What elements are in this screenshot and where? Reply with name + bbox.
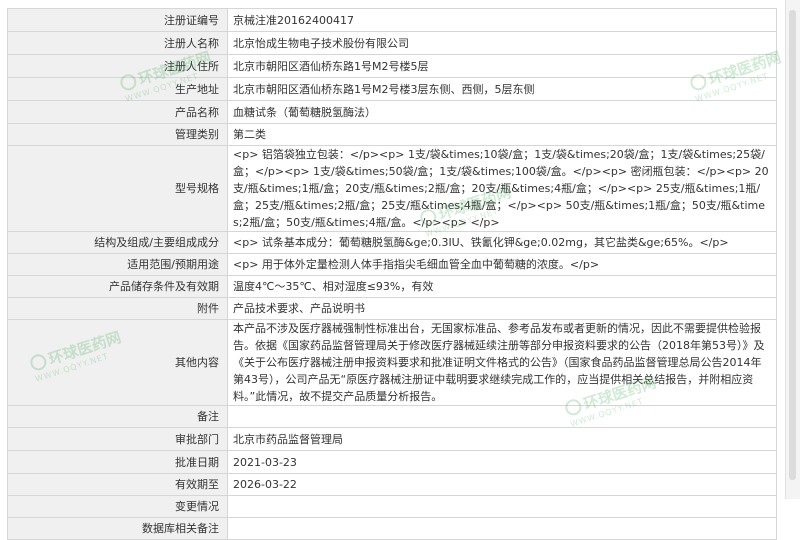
table-row: 数据库相关备注 bbox=[7, 517, 777, 540]
row-value: 血糖试条（葡萄糖脱氢酶法） bbox=[227, 100, 777, 124]
row-label: 生产地址 bbox=[7, 77, 228, 101]
registration-sheet: 注册证编号 京械注准20162400417 注册人名称 北京怡成生物电子技术股份… bbox=[7, 8, 793, 540]
table-row: 批准日期 2021-03-23 bbox=[7, 450, 777, 474]
row-label: 附件 bbox=[7, 297, 228, 320]
table-row: 产品储存条件及有效期 温度4℃～35℃、相对湿度≤93%，有效 bbox=[7, 275, 777, 298]
row-value: 北京怡成生物电子技术股份有限公司 bbox=[227, 31, 777, 55]
table-row: 其他内容 本产品不涉及医疗器械强制性标准出台，无国家标准品、参考品发布或者更新的… bbox=[7, 319, 777, 406]
row-label: 管理类别 bbox=[7, 123, 228, 146]
table-row: 型号规格 <p> 铝箔袋独立包装：</p><p> 1支/袋&times;10袋/… bbox=[7, 145, 777, 232]
row-value: 北京市朝阳区酒仙桥东路1号M2号楼3层东侧、西侧，5层东侧 bbox=[227, 77, 777, 101]
table-row: 管理类别 第二类 bbox=[7, 123, 777, 146]
row-value bbox=[227, 517, 777, 540]
row-value: 2026-03-22 bbox=[227, 473, 777, 496]
registration-table: 注册证编号 京械注准20162400417 注册人名称 北京怡成生物电子技术股份… bbox=[7, 8, 777, 540]
row-label: 数据库相关备注 bbox=[7, 517, 228, 540]
row-value bbox=[227, 405, 777, 428]
row-value: 温度4℃～35℃、相对湿度≤93%，有效 bbox=[227, 275, 777, 298]
row-label: 注册人名称 bbox=[7, 31, 228, 55]
row-value: <p> 铝箔袋独立包装：</p><p> 1支/袋&times;10袋/盒；1支/… bbox=[227, 145, 777, 232]
row-label: 审批部门 bbox=[7, 427, 228, 451]
row-label: 适用范围/预期用途 bbox=[7, 253, 228, 276]
row-label: 备注 bbox=[7, 405, 228, 428]
row-value: 第二类 bbox=[227, 123, 777, 146]
row-value: 2021-03-23 bbox=[227, 450, 777, 474]
table-row: 结构及组成/主要组成成分 <p> 试条基本成分：葡萄糖脱氢酶&ge;0.3IU、… bbox=[7, 231, 777, 254]
row-label: 注册证编号 bbox=[7, 8, 228, 32]
table-row: 注册人名称 北京怡成生物电子技术股份有限公司 bbox=[7, 31, 777, 55]
row-label: 型号规格 bbox=[7, 145, 228, 232]
table-row: 审批部门 北京市药品监督管理局 bbox=[7, 427, 777, 451]
table-row: 适用范围/预期用途 <p> 用于体外定量检测人体手指指尖毛细血管全血中葡萄糖的浓… bbox=[7, 253, 777, 276]
row-label: 有效期至 bbox=[7, 473, 228, 496]
vertical-scrollbar[interactable] bbox=[785, 0, 800, 499]
row-label: 其他内容 bbox=[7, 319, 228, 406]
table-row: 附件 产品技术要求、产品说明书 bbox=[7, 297, 777, 320]
table-row: 注册证编号 京械注准20162400417 bbox=[7, 8, 777, 32]
row-label: 注册人住所 bbox=[7, 54, 228, 78]
table-row: 产品名称 血糖试条（葡萄糖脱氢酶法） bbox=[7, 100, 777, 124]
table-row: 注册人住所 北京市朝阳区酒仙桥东路1号M2号楼5层 bbox=[7, 54, 777, 78]
table-row: 生产地址 北京市朝阳区酒仙桥东路1号M2号楼3层东侧、西侧，5层东侧 bbox=[7, 77, 777, 101]
row-label: 结构及组成/主要组成成分 bbox=[7, 231, 228, 254]
table-row: 备注 bbox=[7, 405, 777, 428]
row-value: 产品技术要求、产品说明书 bbox=[227, 297, 777, 320]
row-value: 京械注准20162400417 bbox=[227, 8, 777, 32]
row-value: <p> 试条基本成分：葡萄糖脱氢酶&ge;0.3IU、铁氰化钾&ge;0.02m… bbox=[227, 231, 777, 254]
row-value: 北京市药品监督管理局 bbox=[227, 427, 777, 451]
row-label: 产品储存条件及有效期 bbox=[7, 275, 228, 298]
scrollbar-thumb[interactable] bbox=[789, 10, 796, 480]
row-label: 批准日期 bbox=[7, 450, 228, 474]
row-value: 北京市朝阳区酒仙桥东路1号M2号楼5层 bbox=[227, 54, 777, 78]
row-value: <p> 用于体外定量检测人体手指指尖毛细血管全血中葡萄糖的浓度。</p> bbox=[227, 253, 777, 276]
row-value: 本产品不涉及医疗器械强制性标准出台，无国家标准品、参考品发布或者更新的情况，因此… bbox=[227, 319, 777, 406]
row-label: 产品名称 bbox=[7, 100, 228, 124]
table-row: 有效期至 2026-03-22 bbox=[7, 473, 777, 496]
